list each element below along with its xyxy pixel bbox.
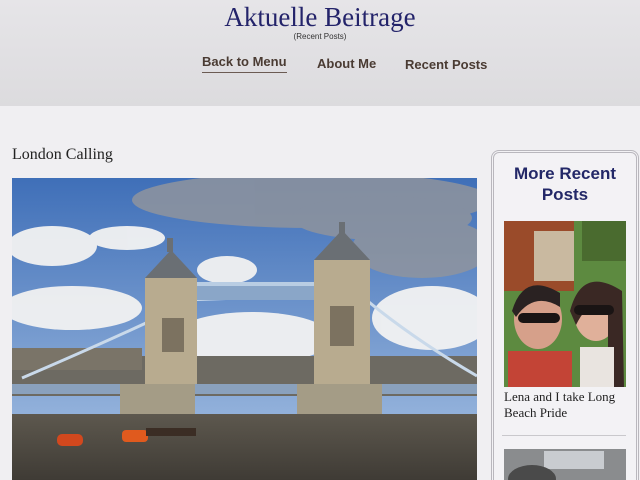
nav-recent-posts[interactable]: Recent Posts xyxy=(405,57,487,72)
site-title[interactable]: Aktuelle Beitrage xyxy=(0,2,640,33)
site-header: Aktuelle Beitrage (Recent Posts) Back to… xyxy=(0,0,640,106)
divider xyxy=(502,435,626,436)
post-title[interactable]: London Calling xyxy=(12,146,113,164)
sidebar-title: More Recent Posts xyxy=(513,164,617,204)
tower-bridge-photo xyxy=(12,178,477,480)
car-photo xyxy=(504,449,626,480)
sidebar-recent-posts: More Recent Posts Lena and I take Long B… xyxy=(491,150,639,480)
recent-post-thumbnail-2[interactable] xyxy=(504,449,626,480)
selfie-photo xyxy=(504,221,626,387)
post-image[interactable] xyxy=(12,178,477,480)
nav-back-to-menu[interactable]: Back to Menu xyxy=(202,54,287,73)
recent-post-caption[interactable]: Lena and I take Long Beach Pride xyxy=(504,389,630,421)
nav-about-me[interactable]: About Me xyxy=(317,56,376,71)
recent-post-thumbnail[interactable] xyxy=(504,221,626,387)
site-subtitle: (Recent Posts) xyxy=(293,32,347,41)
